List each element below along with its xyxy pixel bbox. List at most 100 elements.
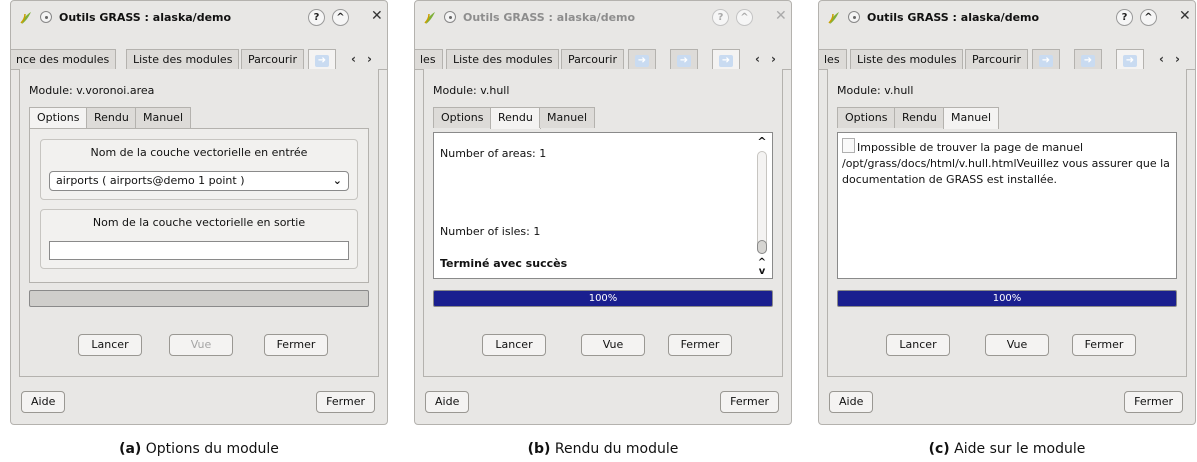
tab-module-list[interactable]: Liste des modules [850,49,964,69]
input-layer-value: airports ( airports@demo 1 point ) [56,174,245,187]
close-button[interactable]: Fermer [264,334,328,356]
tabs-scroll-left[interactable]: ‹ [755,52,760,66]
scroll-up-icon[interactable]: ^ [754,135,770,148]
grass-tools-window: Outils GRASS : alaska/demo ? ^ ✕ les Lis… [414,0,792,425]
tabs-scroll-right[interactable]: › [1175,52,1180,66]
scroll-thumb[interactable] [757,240,767,254]
pin-icon[interactable] [444,11,456,23]
grass-leaf-icon [424,12,435,24]
arrow-right-icon: ➜ [1039,55,1053,67]
arrow-right-icon: ➜ [315,55,329,67]
run-button[interactable]: Lancer [78,334,142,356]
window-title: Outils GRASS : alaska/demo [463,11,636,24]
close-button[interactable]: Fermer [1072,334,1136,356]
tab-browse[interactable]: Parcourir [561,49,625,69]
tabs-scroll-left[interactable]: ‹ [1159,52,1164,66]
subtab-options[interactable]: Options [29,107,88,129]
run-button[interactable]: Lancer [482,334,546,356]
input-layer-select[interactable]: airports ( airports@demo 1 point ) ⌄ [49,171,349,191]
progress-bar [29,290,369,307]
tab-output-3[interactable]: ➜ [712,49,740,69]
minimize-icon[interactable]: ^ [332,9,349,26]
tabs-scroll-right[interactable]: › [771,52,776,66]
arrow-right-icon: ➜ [719,55,733,67]
subtab-manual[interactable]: Manuel [539,107,595,128]
module-label: Module: v.hull [433,84,510,97]
input-layer-group: Nom de la couche vectorielle en entrée a… [40,139,358,200]
close-button[interactable]: Fermer [668,334,732,356]
tab-module-tree[interactable]: nce des modules [11,49,117,69]
tab-module-tree[interactable]: les [819,49,847,69]
module-tabs: nce des modules Liste des modules Parcou… [11,47,387,70]
options-pane: Nom de la couche vectorielle en entrée a… [29,128,369,283]
tab-output-3[interactable]: ➜ [1116,49,1144,69]
chevron-down-icon: ⌄ [332,174,342,187]
help-button[interactable]: Aide [829,391,874,413]
tab-output-2[interactable]: ➜ [1074,49,1102,69]
window-title: Outils GRASS : alaska/demo [867,11,1040,24]
view-button[interactable]: Vue [985,334,1049,356]
help-icon[interactable]: ? [308,9,325,26]
panel-manual: Outils GRASS : alaska/demo ? ^ ✕ les Lis… [818,0,1196,462]
manual-viewer[interactable]: Impossible de trouver la page de manuel … [837,132,1177,279]
pin-icon[interactable] [848,11,860,23]
subtab-manual[interactable]: Manuel [135,107,191,128]
subtab-options[interactable]: Options [837,107,896,128]
tabs-scroll-left[interactable]: ‹ [351,52,356,66]
arrow-right-icon: ➜ [635,55,649,67]
output-layer-group: Nom de la couche vectorielle en sortie [40,209,358,269]
output-line: Terminé avec succès [440,257,568,270]
run-button[interactable]: Lancer [886,334,950,356]
close-icon[interactable]: ✕ [371,8,383,24]
close-bottom-button[interactable]: Fermer [1124,391,1183,413]
tab-browse[interactable]: Parcourir [965,49,1029,69]
tab-module-tree[interactable]: les [415,49,443,69]
module-subtabs: Options Rendu Manuel [433,107,773,129]
title-bar: Outils GRASS : alaska/demo ? ^ ✕ [415,1,791,35]
output-layer-input[interactable] [49,241,349,260]
figure-caption: (b) Rendu du module [414,441,792,457]
tab-output-2[interactable]: ➜ [670,49,698,69]
module-subtabs: Options Rendu Manuel [837,107,1177,129]
broken-image-icon [842,138,855,153]
subtab-manual[interactable]: Manuel [943,107,999,129]
tab-module-output[interactable]: ➜ [308,49,336,69]
tabs-scroll-right[interactable]: › [367,52,372,66]
close-bottom-button[interactable]: Fermer [316,391,375,413]
view-button[interactable]: Vue [169,334,233,356]
help-icon[interactable]: ? [1116,9,1133,26]
minimize-icon[interactable]: ^ [736,9,753,26]
minimize-icon[interactable]: ^ [1140,9,1157,26]
panel-options: Outils GRASS : alaska/demo ? ^ ✕ nce des… [10,0,388,462]
subtab-output[interactable]: Rendu [490,107,541,129]
close-bottom-button[interactable]: Fermer [720,391,779,413]
close-icon[interactable]: ✕ [775,8,787,24]
tab-module-list[interactable]: Liste des modules [446,49,560,69]
scroll-track[interactable] [757,151,767,254]
module-tabs: les Liste des modules Parcourir ➜ ➜ ➜ ‹ … [819,47,1195,70]
tab-output-1[interactable]: ➜ [628,49,656,69]
subtab-output[interactable]: Rendu [894,107,945,128]
output-text-area[interactable]: Number of areas: 1 Number of isles: 1 Te… [433,132,773,279]
vertical-scrollbar[interactable]: ^ ^ v [754,135,770,277]
pin-icon[interactable] [40,11,52,23]
subtab-options[interactable]: Options [433,107,492,128]
progress-bar: 100% [837,290,1177,307]
panel-output: Outils GRASS : alaska/demo ? ^ ✕ les Lis… [414,0,792,462]
help-button[interactable]: Aide [21,391,66,413]
scroll-down-icon[interactable]: ^ v [754,258,770,277]
window-title: Outils GRASS : alaska/demo [59,11,232,24]
tab-browse[interactable]: Parcourir [241,49,305,69]
grass-tools-window: Outils GRASS : alaska/demo ? ^ ✕ les Lis… [818,0,1196,425]
caption-label: (a) [119,441,142,457]
subtab-output[interactable]: Rendu [86,107,137,128]
grass-leaf-icon [828,12,839,24]
tab-output-1[interactable]: ➜ [1032,49,1060,69]
figure-caption: (a) Options du module [10,441,388,457]
tab-module-list[interactable]: Liste des modules [126,49,240,69]
help-button[interactable]: Aide [425,391,470,413]
view-button[interactable]: Vue [581,334,645,356]
help-icon[interactable]: ? [712,9,729,26]
module-label: Module: v.hull [837,84,914,97]
close-icon[interactable]: ✕ [1179,8,1191,24]
